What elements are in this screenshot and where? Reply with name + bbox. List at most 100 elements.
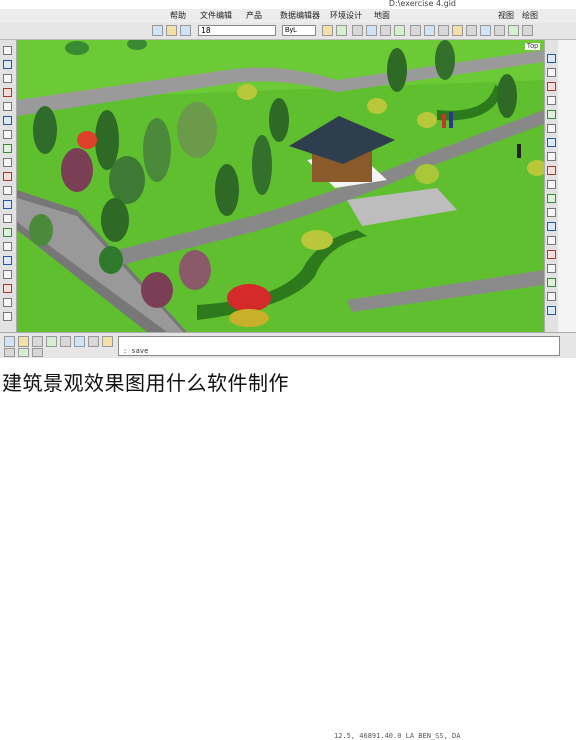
menu-item-draw[interactable]: 绘图 (522, 10, 538, 21)
line-icon[interactable] (3, 60, 12, 69)
perspective-icon[interactable] (547, 180, 556, 189)
caption-text: 建筑景观效果图用什么软件制作 (2, 371, 289, 395)
rotate-icon[interactable] (3, 214, 12, 223)
new-file-icon[interactable] (152, 25, 163, 36)
material-icon[interactable] (547, 208, 556, 217)
layer-select[interactable]: 18 (198, 25, 276, 36)
model-toggle-icon[interactable] (102, 336, 113, 347)
flower-bed (229, 309, 269, 327)
copy-icon[interactable] (3, 200, 12, 209)
tree (269, 98, 289, 142)
plant-icon[interactable] (394, 25, 405, 36)
measure-icon[interactable] (508, 25, 519, 36)
dimension-icon[interactable] (3, 172, 12, 181)
command-line[interactable]: : save (118, 336, 560, 356)
menu-item-view[interactable]: 视图 (498, 10, 514, 21)
orbit-view-icon[interactable] (547, 110, 556, 119)
window-title-bar: D:\exercise 4.gid (0, 0, 576, 9)
print-icon[interactable] (547, 306, 556, 315)
offset-icon[interactable] (3, 256, 12, 265)
redo-icon[interactable] (18, 336, 29, 347)
render-icon[interactable] (366, 25, 377, 36)
zoom-in-icon[interactable] (547, 54, 556, 63)
osnap-toggle-icon[interactable] (88, 336, 99, 347)
ortho-toggle-icon[interactable] (60, 336, 71, 347)
zoom-icon[interactable] (424, 25, 435, 36)
scale-icon[interactable] (3, 228, 12, 237)
snap-icon[interactable] (494, 25, 505, 36)
shrub (99, 246, 123, 274)
iso-view-icon[interactable] (547, 166, 556, 175)
save-icon[interactable] (180, 25, 191, 36)
polyline-icon[interactable] (3, 74, 12, 83)
menu-bar: 帮助 文件编辑 产品 数据编辑器 环境设计 地面 视图 绘图 (0, 9, 576, 24)
move-icon[interactable] (3, 186, 12, 195)
arc-icon[interactable] (3, 88, 12, 97)
render-view-icon[interactable] (547, 250, 556, 259)
menu-item-help[interactable]: 帮助 (170, 10, 186, 21)
grid-toggle-icon[interactable] (74, 336, 85, 347)
sun-icon[interactable] (336, 25, 347, 36)
light-icon[interactable] (547, 222, 556, 231)
tree (95, 110, 119, 170)
select-icon[interactable] (3, 46, 12, 55)
person (517, 144, 521, 158)
menu-item-environment[interactable]: 环境设计 (330, 10, 362, 21)
camera-icon[interactable] (410, 25, 421, 36)
open-folder-icon[interactable] (166, 25, 177, 36)
layer-icon[interactable] (380, 25, 391, 36)
tree-library-icon[interactable] (547, 194, 556, 203)
view-name-label: Top (524, 43, 540, 50)
text-icon[interactable] (3, 158, 12, 167)
viewport-3d[interactable]: Top (17, 40, 544, 332)
menu-item-data-editor[interactable]: 数据编辑器 (280, 10, 320, 21)
erase-icon[interactable] (3, 312, 12, 321)
tree (143, 118, 171, 182)
circle-icon[interactable] (3, 102, 12, 111)
front-view-icon[interactable] (547, 138, 556, 147)
fillet-icon[interactable] (3, 298, 12, 307)
right-margin (558, 40, 576, 332)
pick-icon[interactable] (4, 348, 15, 357)
light-bulb-icon[interactable] (322, 25, 333, 36)
mirror-icon[interactable] (3, 242, 12, 251)
hatch-icon[interactable] (3, 144, 12, 153)
grid-icon[interactable] (480, 25, 491, 36)
menu-item-file-edit[interactable]: 文件编辑 (200, 10, 232, 21)
spline-icon[interactable] (3, 130, 12, 139)
hide-icon[interactable] (18, 348, 29, 357)
snap-toggle-icon[interactable] (46, 336, 57, 347)
color-select[interactable]: ByL (282, 25, 316, 36)
undo-icon[interactable] (4, 336, 15, 347)
command-text: : save (123, 347, 149, 355)
tree (497, 74, 517, 118)
top-view-icon[interactable] (547, 124, 556, 133)
tree (387, 48, 407, 92)
export-icon[interactable] (547, 292, 556, 301)
tree (29, 214, 53, 246)
shadow-icon[interactable] (547, 236, 556, 245)
walk-icon[interactable] (466, 25, 477, 36)
box-icon[interactable] (352, 25, 363, 36)
terrain-icon[interactable] (547, 278, 556, 287)
orbit-icon[interactable] (452, 25, 463, 36)
trim-icon[interactable] (3, 270, 12, 279)
menu-item-product[interactable]: 产品 (246, 10, 262, 21)
side-view-icon[interactable] (547, 152, 556, 161)
pan-icon[interactable] (438, 25, 449, 36)
layers-panel-icon[interactable] (32, 336, 43, 347)
tree (177, 102, 217, 158)
menu-item-ground[interactable]: 地面 (374, 10, 390, 21)
pan-view-icon[interactable] (547, 96, 556, 105)
flower-bed (227, 284, 271, 312)
tree (33, 106, 57, 154)
zoom-extents-icon[interactable] (547, 82, 556, 91)
properties-icon[interactable] (522, 25, 533, 36)
rectangle-icon[interactable] (3, 116, 12, 125)
animation-icon[interactable] (547, 264, 556, 273)
lock-icon[interactable] (32, 348, 43, 357)
extend-icon[interactable] (3, 284, 12, 293)
zoom-out-icon[interactable] (547, 68, 556, 77)
shrub (65, 41, 89, 55)
tree (109, 156, 145, 204)
